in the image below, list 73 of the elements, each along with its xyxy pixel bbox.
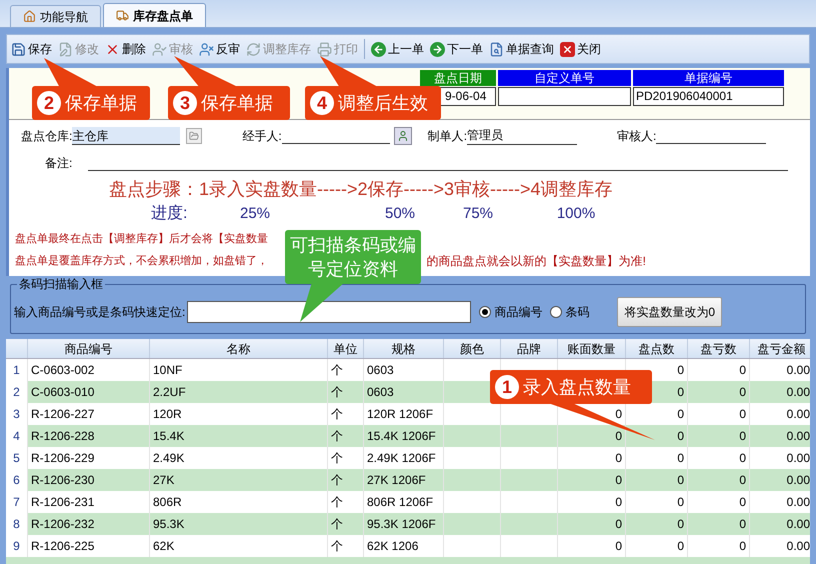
toolbar-button[interactable]: 下一单 [430, 38, 483, 60]
progress-label: 进度: [151, 204, 188, 224]
tab[interactable]: 功能导航 [10, 5, 101, 27]
toolbar-button[interactable]: 保存 [11, 38, 52, 60]
toolbar-button[interactable]: 上一单 [371, 38, 424, 60]
user-x-icon [199, 42, 214, 56]
column-header[interactable]: 盘点数 [626, 339, 688, 358]
row-number: 2 [6, 381, 28, 403]
close-icon [560, 42, 575, 56]
toolbar-button[interactable]: 反审 [199, 38, 240, 60]
user-check-icon [152, 42, 167, 56]
column-header[interactable]: 盘亏金额 [750, 339, 810, 358]
folder-icon[interactable] [186, 128, 202, 144]
radio-option[interactable]: 商品编号 [479, 303, 542, 321]
field-label: 盘点仓库: [21, 128, 72, 145]
field-header: 单据编号 [633, 70, 784, 86]
truck-icon [116, 9, 129, 22]
input-field[interactable]: PD201906040001 [633, 87, 784, 106]
refresh-icon [246, 42, 261, 56]
field-label: 备注: [45, 155, 72, 172]
save-icon [11, 42, 26, 56]
field-header: 盘点日期 [420, 70, 496, 86]
column-header[interactable]: 品牌 [501, 339, 558, 358]
tab[interactable]: 库存盘点单 [103, 3, 206, 27]
number-badge: 4 [310, 91, 334, 115]
progress-mark: 75% [462, 204, 494, 224]
row-number: 4 [6, 425, 28, 447]
reset-button[interactable]: 将实盘数量改为0 [617, 297, 722, 327]
column-header[interactable]: 规格 [364, 339, 444, 358]
radio-icon[interactable] [550, 306, 562, 318]
field-label: 输入商品编号或是条码快速定位: [14, 304, 186, 321]
arrow-left-icon [371, 42, 386, 56]
edit-icon [58, 42, 73, 56]
notice-text: 盘点单最终在点击【调整库存】后才会将【实盘数量 [15, 232, 268, 247]
column-header[interactable]: 单位 [328, 339, 364, 358]
notice-text: 的商品盘点就会以新的【实盘数量】为准! [426, 253, 646, 270]
column-header[interactable]: 商品编号 [28, 339, 150, 358]
barcode-field[interactable] [187, 301, 472, 323]
row-number: 8 [6, 513, 28, 535]
column-header[interactable]: 颜色 [444, 339, 501, 358]
column-header[interactable]: 账面数量 [558, 339, 626, 358]
progress-mark: 100% [556, 204, 596, 224]
group-title: 条码扫描输入框 [17, 277, 105, 291]
user-icon[interactable] [394, 127, 412, 145]
printer-icon [317, 42, 332, 56]
search-icon [489, 42, 504, 56]
field-label: 经手人: [242, 128, 282, 145]
toolbar-button[interactable]: 单据查询 [489, 38, 554, 60]
callout-text: 保存单据 [201, 92, 273, 115]
toolbar-button[interactable]: 删除 [105, 38, 146, 60]
column-header[interactable]: 名称 [150, 339, 328, 358]
input-field[interactable]: 管理员 [467, 127, 578, 145]
home-icon [23, 10, 36, 23]
column-header[interactable]: 盘亏数 [688, 339, 750, 358]
radio-option[interactable]: 条码 [550, 303, 590, 321]
input-field[interactable] [498, 87, 631, 106]
callout-text: 可扫描条码或编号定位资料 [290, 234, 416, 281]
notice-text: 盘点单是覆盖库存方式，不会累积增加，如盘错了， [15, 254, 268, 269]
input-field[interactable]: 主仓库 [72, 127, 180, 145]
radio-icon[interactable] [479, 306, 492, 318]
number-badge: 1 [495, 375, 519, 399]
field-header: 自定义单号 [498, 70, 631, 86]
steps-text: 盘点步骤：1录入实盘数量----->2保存----->3审核----->4调整库存 [108, 178, 614, 200]
callout-text: 保存单据 [65, 92, 137, 115]
number-badge: 2 [37, 91, 61, 115]
progress-mark: 50% [384, 204, 416, 224]
toolbar-button[interactable]: 关闭 [560, 38, 601, 60]
field-label: 制单人: [428, 128, 468, 145]
arrow-right-icon [430, 42, 445, 56]
progress-mark: 25% [238, 204, 272, 224]
field-label: 审核人: [617, 128, 656, 145]
row-number: 6 [6, 469, 28, 491]
number-badge: 3 [173, 91, 197, 115]
